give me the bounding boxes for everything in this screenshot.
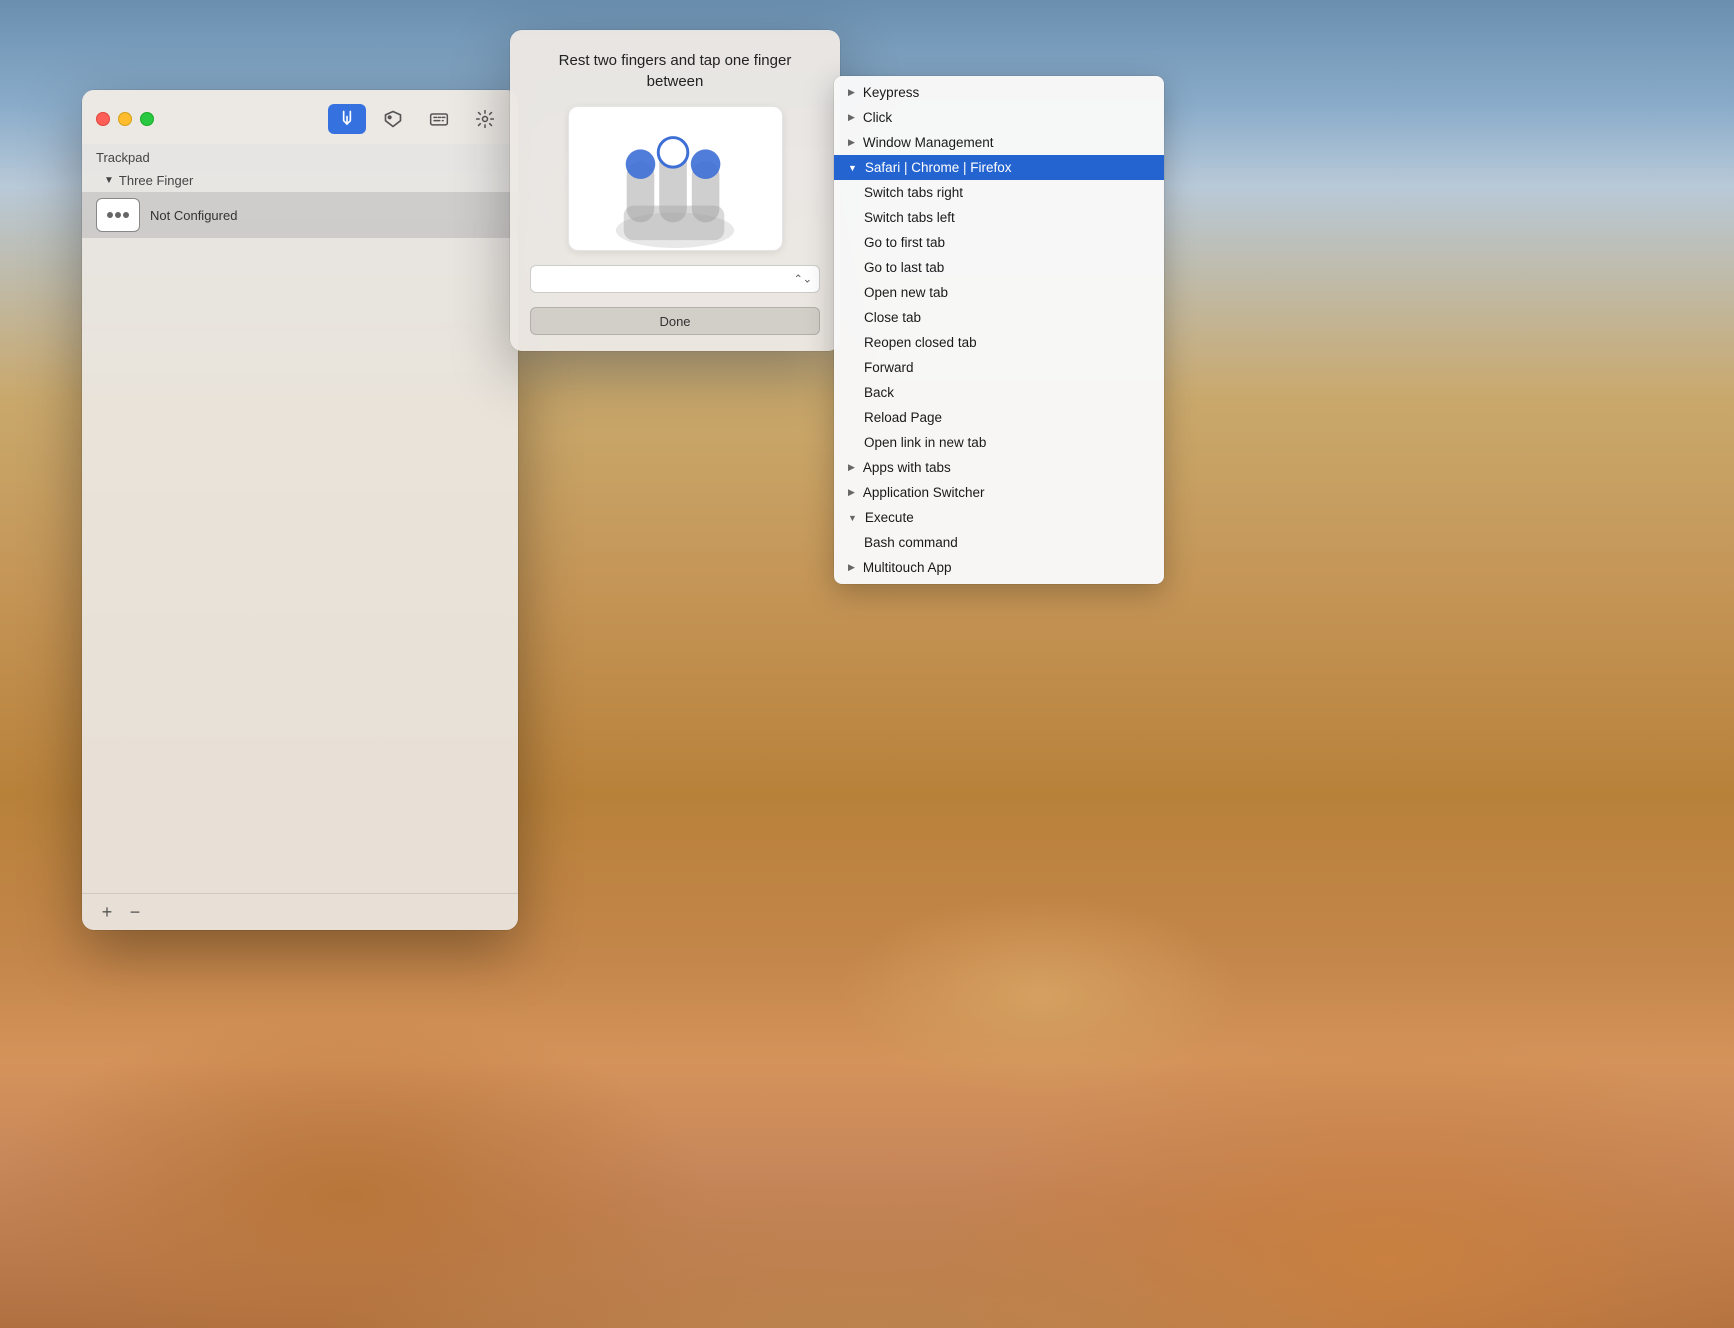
gesture-popup: Rest two fingers and tap one finger betw…: [510, 30, 840, 351]
arrow-icon: ▶: [848, 562, 855, 573]
gesture-icon-box: [96, 198, 140, 232]
dropdown-menu: ▶ Keypress ▶ Click ▶ Window Management ▼…: [834, 76, 1164, 584]
three-finger-section[interactable]: ▼ Three Finger: [82, 169, 518, 192]
menu-item-keypress[interactable]: ▶ Keypress: [834, 80, 1164, 105]
menu-item-label: Click: [863, 110, 892, 125]
not-configured-item[interactable]: Not Configured: [82, 192, 518, 238]
menu-item-label: Execute: [865, 510, 914, 525]
menu-item-click[interactable]: ▶ Click: [834, 105, 1164, 130]
menu-item-label: Forward: [864, 360, 914, 375]
traffic-lights: [96, 112, 154, 126]
close-button[interactable]: [96, 112, 110, 126]
gesture-popup-title: Rest two fingers and tap one finger betw…: [530, 50, 820, 92]
menu-item-label: Switch tabs right: [864, 185, 963, 200]
minimize-button[interactable]: [118, 112, 132, 126]
menu-item-label: Go to last tab: [864, 260, 944, 275]
menu-item-forward[interactable]: Forward: [834, 355, 1164, 380]
gesture-dots-icon: [104, 205, 132, 225]
gesture-image-container: [568, 106, 783, 251]
menu-item-execute[interactable]: ▼ Execute: [834, 505, 1164, 530]
menu-item-open-new-tab[interactable]: Open new tab: [834, 280, 1164, 305]
section-label: Three Finger: [119, 173, 193, 188]
not-configured-label: Not Configured: [150, 208, 237, 223]
menu-item-label: Window Management: [863, 135, 994, 150]
trackpad-sidebar: Trackpad ▼ Three Finger Not Configured: [82, 144, 518, 893]
menu-item-label: Application Switcher: [863, 485, 985, 500]
add-item-button[interactable]: +: [96, 902, 118, 922]
menu-item-label: Switch tabs left: [864, 210, 955, 225]
arrow-icon: ▶: [848, 487, 855, 498]
arrow-icon: ▶: [848, 462, 855, 473]
arrow-icon: ▼: [848, 513, 857, 523]
menu-item-label: Reload Page: [864, 410, 942, 425]
arrow-icon: ▼: [848, 163, 857, 173]
menu-item-switch-tabs-left[interactable]: Switch tabs left: [834, 205, 1164, 230]
maximize-button[interactable]: [140, 112, 154, 126]
tag-tab[interactable]: [374, 104, 412, 134]
menu-item-label: Bash command: [864, 535, 958, 550]
settings-tab[interactable]: [466, 104, 504, 134]
menu-item-multitouch-app[interactable]: ▶ Multitouch App: [834, 555, 1164, 580]
menu-item-safari-chrome-firefox[interactable]: ▼ Safari | Chrome | Firefox: [834, 155, 1164, 180]
window-toolbar: [82, 90, 518, 144]
menu-item-apps-with-tabs[interactable]: ▶ Apps with tabs: [834, 455, 1164, 480]
toolbar-icons: [328, 104, 504, 134]
trackpad-window: Trackpad ▼ Three Finger Not Configured +…: [82, 90, 518, 930]
menu-item-label: Keypress: [863, 85, 919, 100]
sidebar-header: Trackpad: [82, 144, 518, 169]
menu-item-window-management[interactable]: ▶ Window Management: [834, 130, 1164, 155]
menu-item-close-tab[interactable]: Close tab: [834, 305, 1164, 330]
trackpad-title: Trackpad: [96, 150, 150, 165]
menu-item-go-to-last-tab[interactable]: Go to last tab: [834, 255, 1164, 280]
menu-item-label: Open new tab: [864, 285, 948, 300]
keyboard-tab[interactable]: [420, 104, 458, 134]
menu-item-label: Safari | Chrome | Firefox: [865, 160, 1012, 175]
arrow-icon: ▶: [848, 137, 855, 148]
menu-item-open-link-in-new-tab[interactable]: Open link in new tab: [834, 430, 1164, 455]
menu-item-label: Multitouch App: [863, 560, 952, 575]
menu-item-back[interactable]: Back: [834, 380, 1164, 405]
window-bottom-bar: + −: [82, 893, 518, 930]
gesture-illustration: [569, 107, 782, 250]
menu-item-go-to-first-tab[interactable]: Go to first tab: [834, 230, 1164, 255]
menu-item-reload-page[interactable]: Reload Page: [834, 405, 1164, 430]
gesture-action-select[interactable]: Switch tabs right Switch tabs left Go to…: [530, 265, 820, 293]
arrow-icon: ▶: [848, 112, 855, 123]
done-button[interactable]: Done: [530, 307, 820, 335]
menu-item-application-switcher[interactable]: ▶ Application Switcher: [834, 480, 1164, 505]
menu-item-reopen-closed-tab[interactable]: Reopen closed tab: [834, 330, 1164, 355]
arrow-icon: ▶: [848, 87, 855, 98]
menu-item-label: Open link in new tab: [864, 435, 986, 450]
menu-item-label: Reopen closed tab: [864, 335, 977, 350]
menu-item-label: Close tab: [864, 310, 921, 325]
section-arrow: ▼: [104, 175, 114, 186]
menu-item-bash-command[interactable]: Bash command: [834, 530, 1164, 555]
gesture-select-container: Switch tabs right Switch tabs left Go to…: [530, 265, 820, 293]
trackpad-tab[interactable]: [328, 104, 366, 134]
menu-item-label: Back: [864, 385, 894, 400]
menu-item-switch-tabs-right[interactable]: Switch tabs right: [834, 180, 1164, 205]
remove-item-button[interactable]: −: [124, 902, 146, 922]
menu-item-label: Apps with tabs: [863, 460, 951, 475]
menu-item-label: Go to first tab: [864, 235, 945, 250]
